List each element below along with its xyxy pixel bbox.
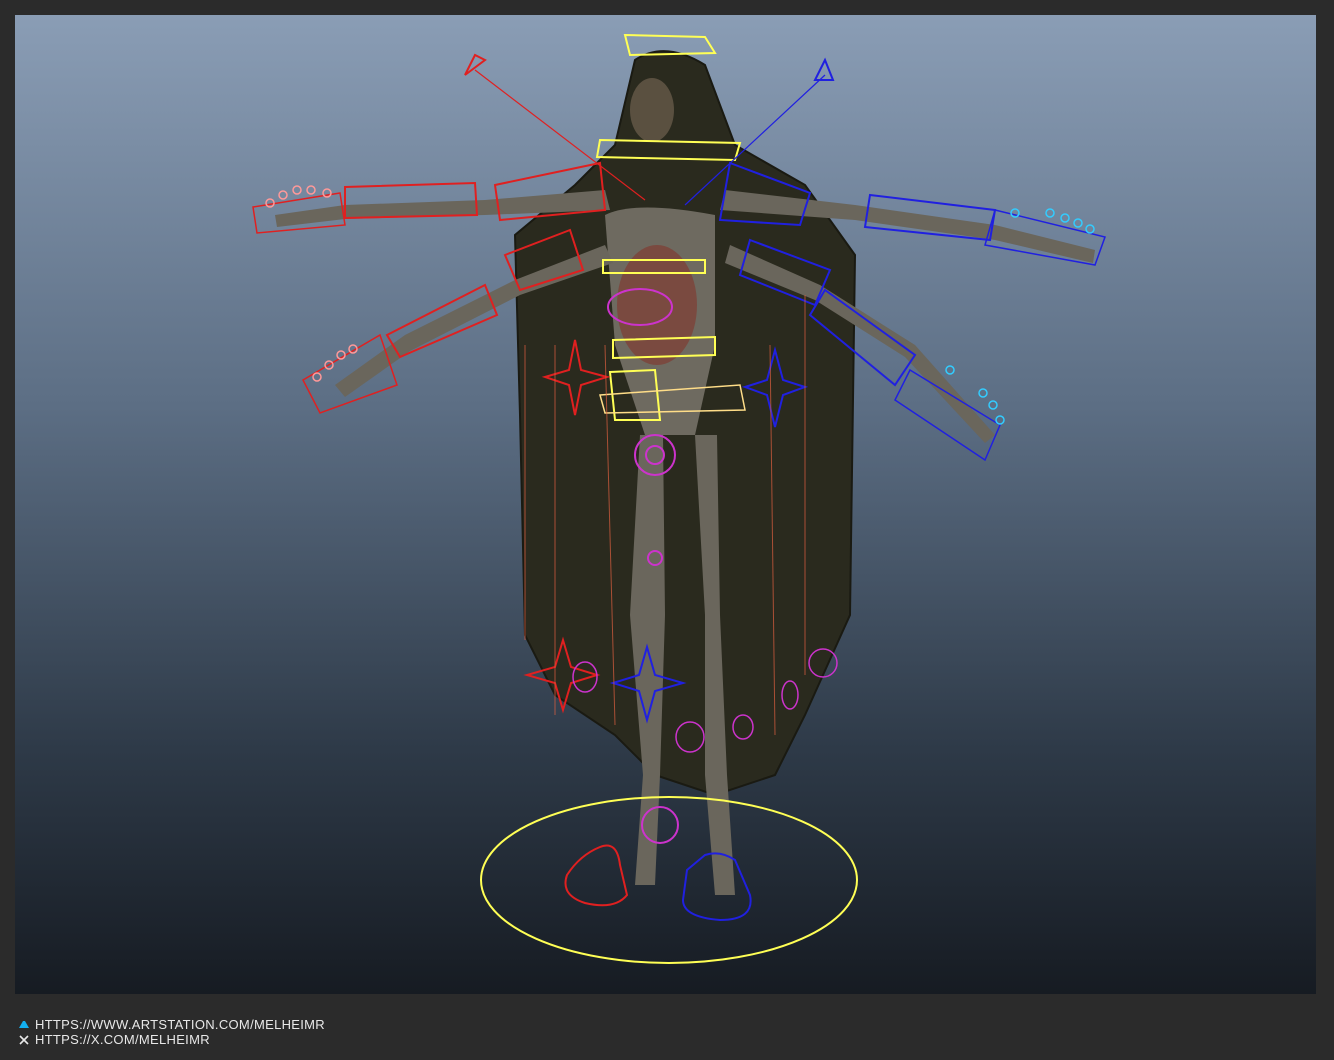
3d-viewport[interactable]	[15, 15, 1316, 994]
x-icon	[19, 1034, 29, 1045]
artstation-icon	[19, 1020, 29, 1028]
left-foot-control[interactable]	[564, 844, 629, 907]
root-control[interactable]	[480, 796, 858, 964]
x-link-row[interactable]: HTTPS://X.COM/MELHEIMR	[18, 1032, 325, 1047]
right-arm-pole-control[interactable]	[813, 57, 835, 81]
x-link[interactable]: HTTPS://X.COM/MELHEIMR	[35, 1032, 210, 1047]
left-arm-pole-control[interactable]	[464, 53, 487, 76]
head	[630, 78, 674, 142]
artstation-link[interactable]: HTTPS://WWW.ARTSTATION.COM/MELHEIMR	[35, 1017, 325, 1032]
footer-links: HTTPS://WWW.ARTSTATION.COM/MELHEIMR HTTP…	[18, 1017, 325, 1047]
organs	[617, 245, 697, 365]
rig-scene[interactable]	[15, 15, 1316, 994]
artstation-link-row[interactable]: HTTPS://WWW.ARTSTATION.COM/MELHEIMR	[18, 1017, 325, 1032]
right-upper-finger-controls[interactable]	[1010, 208, 1095, 234]
